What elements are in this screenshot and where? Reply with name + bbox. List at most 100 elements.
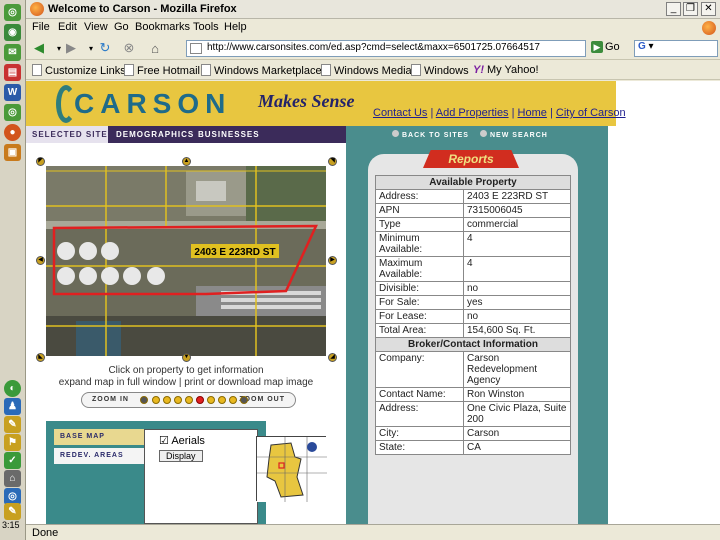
close-button[interactable]: ✕ xyxy=(701,2,716,16)
site-logo[interactable]: CARSON xyxy=(74,88,231,120)
bookmark-customize-links[interactable]: Customize Links xyxy=(32,64,126,77)
tray-icon-6[interactable]: ⌂ xyxy=(4,470,21,487)
pan-northwest-icon[interactable]: ◤ xyxy=(36,157,45,166)
url-input[interactable]: http://www.carsonsites.com/ed.asp?cmd=se… xyxy=(186,40,586,57)
pan-northeast-icon[interactable]: ◥ xyxy=(328,157,337,166)
search-input[interactable]: G ▾ xyxy=(634,40,718,57)
zoom-level-dot[interactable] xyxy=(207,396,215,404)
layer-tab-base-map[interactable]: BASE MAP xyxy=(54,429,144,445)
table-row: Total Area: 154,600 Sq. Ft. xyxy=(375,323,571,338)
link-home[interactable]: Home xyxy=(518,107,547,119)
pan-west-icon[interactable]: ◀ xyxy=(36,256,45,265)
restore-button[interactable]: ❐ xyxy=(683,2,698,16)
tab-demographics[interactable]: DEMOGRAPHICS xyxy=(110,126,200,143)
zoom-level-dot[interactable] xyxy=(218,396,226,404)
zoom-minus-icon[interactable] xyxy=(240,396,248,404)
stop-icon[interactable]: ⊗ xyxy=(120,40,138,56)
link-city-of-carson[interactable]: City of Carson xyxy=(556,107,626,119)
locator-map[interactable] xyxy=(256,436,327,502)
tray-icon-4[interactable]: ⚑ xyxy=(4,434,21,451)
aerials-checkbox[interactable]: ☑ Aerials xyxy=(159,434,205,447)
display-button[interactable]: Display xyxy=(159,450,203,462)
row-value: Carson xyxy=(463,426,571,441)
link-add-properties[interactable]: Add Properties xyxy=(436,107,509,119)
zoom-plus-icon[interactable] xyxy=(140,396,148,404)
quicklaunch-icon-2[interactable]: ◉ xyxy=(4,24,21,41)
zoom-level-dot[interactable] xyxy=(163,396,171,404)
layer-tab-redev-areas[interactable]: REDEV. AREAS xyxy=(54,448,144,464)
broker-contact-header: Broker/Contact Information xyxy=(375,337,571,352)
desktop-screen: ◎ ◉ ✉ ▤ W ◎ ● ▣ ◐ ♟ ✎ ⚑ ✓ ⌂ ◎ ✎ 3:15 Wel… xyxy=(0,0,720,540)
bookmark-page-icon xyxy=(201,64,211,76)
tray-icon-8[interactable]: ✎ xyxy=(4,503,21,520)
pan-east-icon[interactable]: ▶ xyxy=(328,256,337,265)
aerial-map[interactable]: 2403 E 223RD ST xyxy=(46,166,326,356)
status-bar: Done xyxy=(26,524,720,540)
back-arrow-icon[interactable]: ◀ xyxy=(30,40,48,56)
tray-icon-5[interactable]: ✓ xyxy=(4,452,21,469)
quicklaunch-icon-1[interactable]: ◎ xyxy=(4,4,21,21)
go-button[interactable]: ▶ Go xyxy=(591,41,620,53)
forward-arrow-icon[interactable]: ▶ xyxy=(62,40,80,56)
tray-icon-2[interactable]: ♟ xyxy=(4,398,21,415)
mail-icon[interactable]: ✉ xyxy=(4,44,21,61)
tab-businesses[interactable]: BUSINESSES xyxy=(192,126,266,143)
row-label: Type xyxy=(375,217,464,232)
map-caption-line2[interactable]: expand map in full window | print or dow… xyxy=(56,377,316,389)
tray-icon-3[interactable]: ✎ xyxy=(4,416,21,433)
pan-southwest-icon[interactable]: ◣ xyxy=(36,353,45,362)
tray-icon-1[interactable]: ◐ xyxy=(4,380,21,397)
aerial-photo[interactable]: 2403 E 223RD ST xyxy=(46,166,326,356)
zoom-in-label[interactable]: ZOOM IN xyxy=(92,396,129,403)
firefox-icon[interactable]: ● xyxy=(4,124,21,141)
back-to-sites-link[interactable]: BACK TO SITES xyxy=(392,130,469,139)
menu-tools[interactable]: Tools xyxy=(193,21,219,33)
bookmark-free-hotmail[interactable]: Free Hotmail xyxy=(124,64,200,77)
page-icon xyxy=(190,43,202,54)
new-search-link[interactable]: NEW SEARCH xyxy=(480,130,548,139)
search-engine-icon: G xyxy=(638,41,646,52)
zoom-level-dot[interactable] xyxy=(229,396,237,404)
row-label: Address: xyxy=(375,401,464,427)
quicklaunch-icon-5[interactable]: ▣ xyxy=(4,144,21,161)
row-label: State: xyxy=(375,440,464,455)
zoom-level-dot[interactable] xyxy=(174,396,182,404)
taskbar-clock: 3:15 xyxy=(2,520,20,530)
bookmark-windows[interactable]: Windows xyxy=(411,64,469,77)
menu-view[interactable]: View xyxy=(84,21,108,33)
layer-panel: BASE MAP REDEV. AREAS ☑ Aerials Display xyxy=(46,421,266,524)
aerials-label: Aerials xyxy=(171,435,205,447)
menu-edit[interactable]: Edit xyxy=(58,21,77,33)
bookmark-windows-marketplace[interactable]: Windows Marketplace xyxy=(201,64,322,77)
zoom-level-dot[interactable] xyxy=(185,396,193,404)
menu-bookmarks[interactable]: Bookmarks xyxy=(135,21,190,33)
bookmark-my-yahoo[interactable]: Y! My Yahoo! xyxy=(473,64,539,76)
row-value: Carson Redevelopment Agency xyxy=(463,351,571,388)
row-value: 4 xyxy=(463,231,571,257)
link-contact-us[interactable]: Contact Us xyxy=(373,107,427,119)
zoom-control: ZOOM IN ZOOM OUT xyxy=(81,392,296,408)
map-caption-line1: Click on property to get information xyxy=(108,365,264,376)
title-bar[interactable]: Welcome to Carson - Mozilla Firefox _ ❐ … xyxy=(26,0,720,19)
row-value: Ron Winston xyxy=(463,387,571,402)
reload-icon[interactable]: ↻ xyxy=(96,40,114,56)
tab-selected-site[interactable]: SELECTED SITE xyxy=(26,126,108,143)
menu-go[interactable]: Go xyxy=(114,21,129,33)
menu-help[interactable]: Help xyxy=(224,21,247,33)
pan-southeast-icon[interactable]: ◢ xyxy=(328,353,337,362)
pan-north-icon[interactable]: ▲ xyxy=(182,157,191,166)
zoom-level-dot[interactable] xyxy=(152,396,160,404)
bookmark-windows-media[interactable]: Windows Media xyxy=(321,64,412,77)
status-text: Done xyxy=(32,527,59,539)
pan-south-icon[interactable]: ▼ xyxy=(182,353,191,362)
quicklaunch-icon-3[interactable]: ▤ xyxy=(4,64,21,81)
quicklaunch-icon-4[interactable]: ◎ xyxy=(4,104,21,121)
table-row: Type commercial xyxy=(375,217,571,232)
menu-file[interactable]: File xyxy=(32,21,50,33)
home-icon[interactable]: ⌂ xyxy=(146,40,164,56)
minimize-button[interactable]: _ xyxy=(666,2,681,16)
zoom-level-current[interactable] xyxy=(196,396,204,404)
bookmarks-toolbar: Customize Links Free Hotmail Windows Mar… xyxy=(26,61,720,80)
word-icon[interactable]: W xyxy=(4,84,21,101)
row-value: One Civic Plaza, Suite 200 xyxy=(463,401,571,427)
